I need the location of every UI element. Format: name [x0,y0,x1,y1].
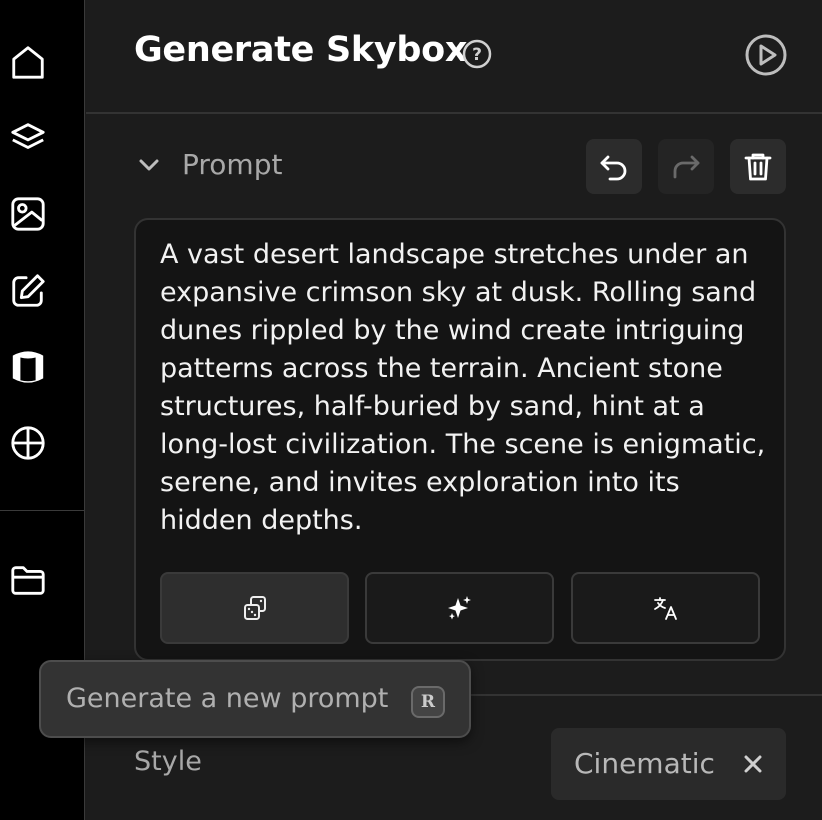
sidebar-divider [0,510,85,511]
image-icon[interactable] [8,194,48,234]
redo-icon [673,155,700,178]
random-prompt-button[interactable] [160,572,349,644]
sparkles-icon [447,596,471,620]
prompt-section-label: Prompt [182,148,283,181]
translate-icon [653,597,677,620]
play-circle-icon[interactable] [744,33,788,77]
translate-prompt-button[interactable] [571,572,760,644]
globe-icon[interactable] [8,423,48,463]
chevron-down-icon[interactable] [136,152,162,178]
question-circle-icon[interactable]: ? [462,39,492,69]
prompt-text[interactable]: A vast desert landscape stretches under … [160,236,770,540]
style-select[interactable]: Cinematic [551,728,786,800]
delete-button[interactable] [730,139,786,194]
style-section-label: Style [134,746,202,777]
undo-icon [600,155,627,180]
undo-button[interactable] [586,139,642,194]
svg-text:?: ? [472,45,482,65]
home-icon[interactable] [8,42,48,82]
header-divider [86,112,822,114]
tooltip-text: Generate a new prompt [66,683,389,714]
keyboard-shortcut-badge: R [411,686,445,718]
edit-icon[interactable] [8,271,48,311]
close-icon[interactable] [740,751,766,777]
trash-icon [744,153,772,180]
prompt-textarea[interactable]: A vast desert landscape stretches under … [134,218,786,661]
redo-button[interactable] [658,139,714,194]
cylinder-icon[interactable] [8,347,48,387]
dice-icon [243,596,266,620]
tooltip: Generate a new prompt R [39,660,471,738]
folder-icon[interactable] [8,560,48,600]
page-title: Generate Skybox [134,30,468,70]
style-selected-value: Cinematic [574,747,715,780]
enhance-prompt-button[interactable] [365,572,554,644]
layers-icon[interactable] [8,118,48,158]
